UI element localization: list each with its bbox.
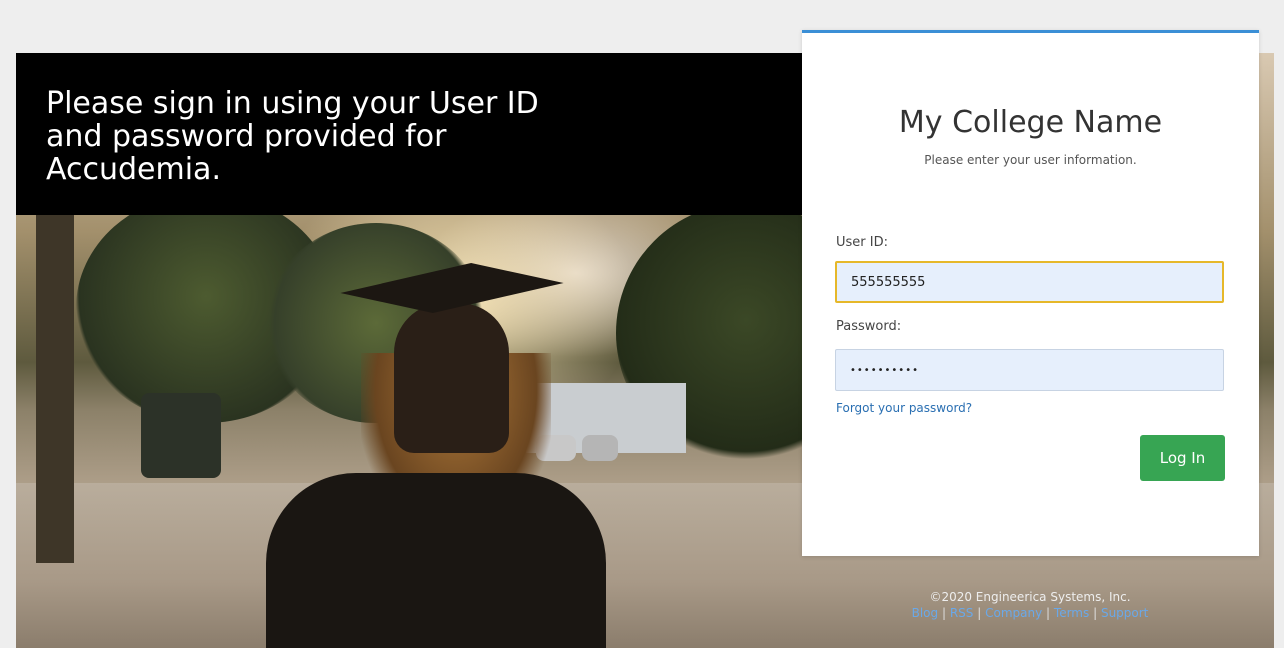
login-button[interactable]: Log In xyxy=(1140,435,1225,481)
trash-bin-shape xyxy=(141,393,221,478)
footer-separator: | xyxy=(1093,606,1098,620)
car-shape xyxy=(582,435,618,461)
copyright-text: ©2020 Engineerica Systems, Inc. xyxy=(929,590,1131,604)
user-id-label: User ID: xyxy=(836,235,888,250)
sign-in-banner: Please sign in using your User ID and pa… xyxy=(16,53,806,215)
forgot-password-link[interactable]: Forgot your password? xyxy=(836,401,972,415)
login-subtitle: Please enter your user information. xyxy=(924,153,1137,167)
graduate-head xyxy=(394,303,509,453)
footer-link-terms[interactable]: Terms xyxy=(1054,606,1089,620)
password-label: Password: xyxy=(836,319,902,334)
footer-link-company[interactable]: Company xyxy=(985,606,1042,620)
password-input[interactable] xyxy=(835,349,1224,391)
pole-shape xyxy=(36,203,74,563)
footer-link-rss[interactable]: RSS xyxy=(950,606,974,620)
footer-separator: | xyxy=(977,606,982,620)
footer-separator: | xyxy=(1046,606,1051,620)
login-card: My College Name Please enter your user i… xyxy=(802,30,1259,556)
college-name: My College Name xyxy=(898,105,1163,140)
footer: ©2020 Engineerica Systems, Inc. Blog | R… xyxy=(860,590,1200,620)
footer-separator: | xyxy=(941,606,946,620)
graduate-gown xyxy=(266,473,606,648)
user-id-input[interactable] xyxy=(835,261,1224,303)
footer-links: Blog | RSS | Company | Terms | Support xyxy=(912,606,1149,620)
footer-link-support[interactable]: Support xyxy=(1101,606,1148,620)
footer-link-blog[interactable]: Blog xyxy=(912,606,939,620)
banner-text: Please sign in using your User ID and pa… xyxy=(46,86,539,187)
